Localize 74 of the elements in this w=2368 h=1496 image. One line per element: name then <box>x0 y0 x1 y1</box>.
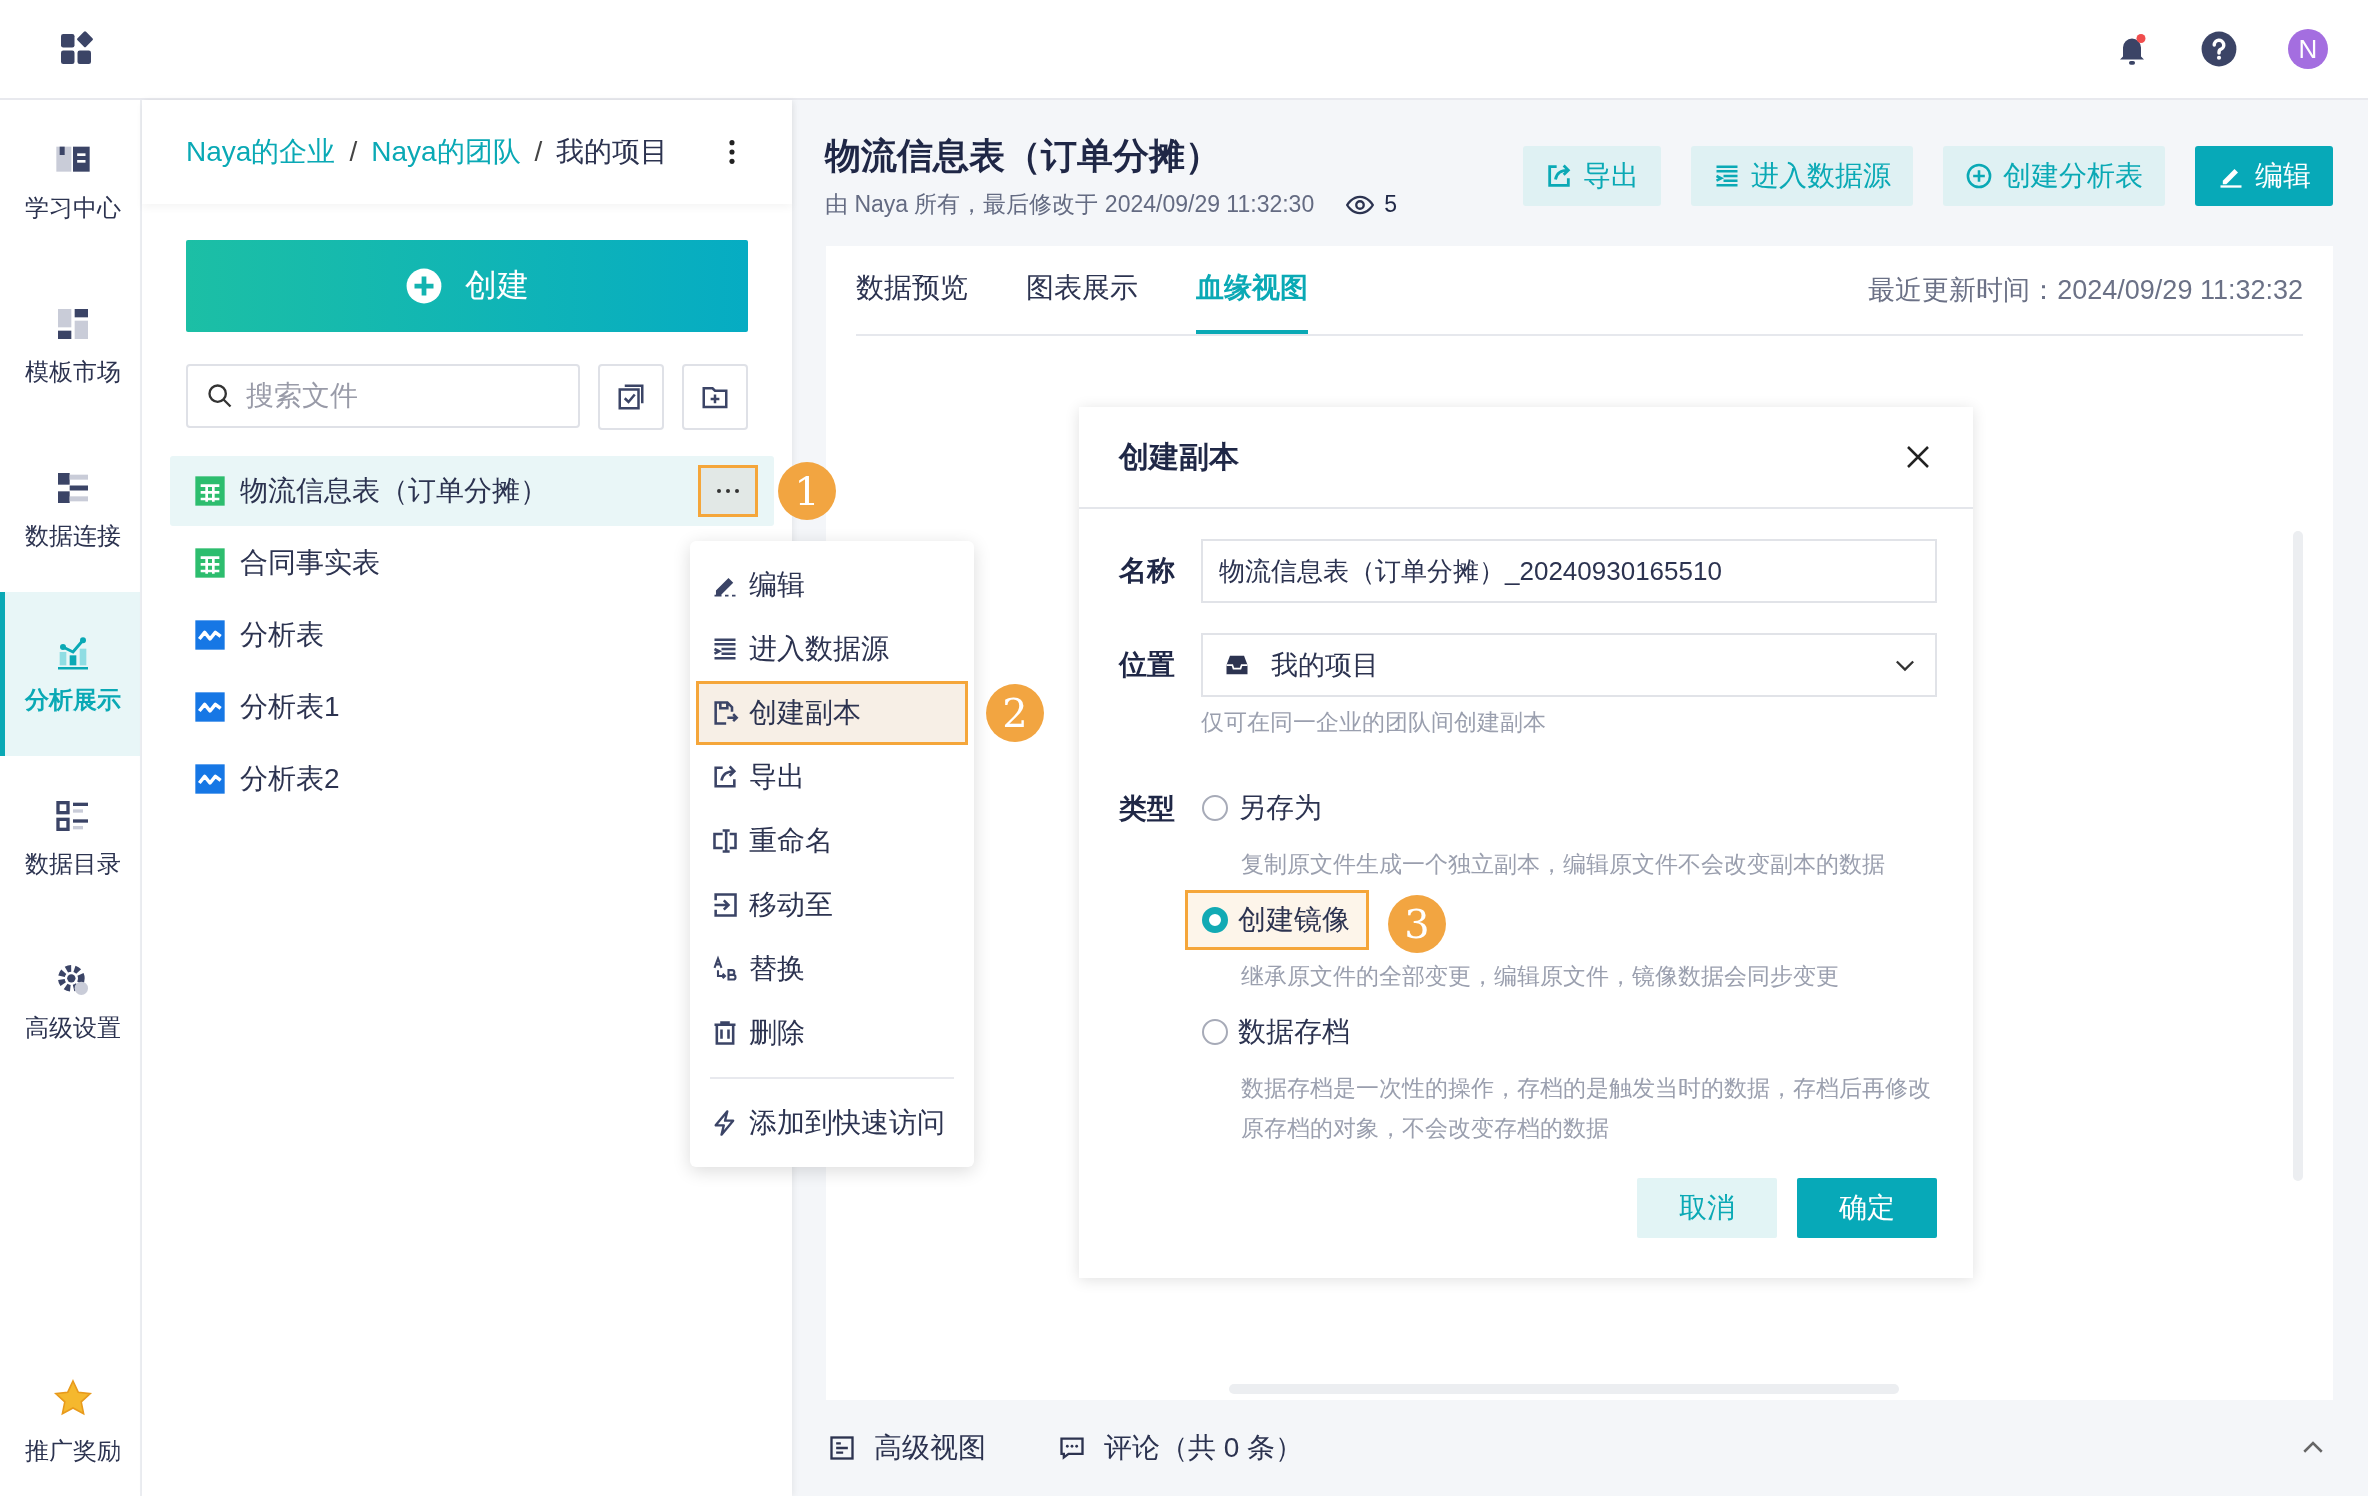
breadcrumb-separator: / <box>349 136 358 168</box>
line-chart-icon <box>194 763 226 795</box>
view-count: 5 <box>1384 191 1397 218</box>
menu-item[interactable]: 删除 <box>696 1001 968 1065</box>
last-updated: 最近更新时间：2024/09/29 11:32:32 <box>1868 274 2303 307</box>
dialog-title: 创建副本 <box>1119 438 1239 475</box>
tab[interactable]: 图表展示 <box>1026 246 1138 334</box>
document-meta: 由 Naya 所有，最后修改于 2024/09/29 11:32:30 <box>825 190 1315 219</box>
location-dropdown[interactable]: 我的项目 <box>1201 633 1937 697</box>
more-icon[interactable] <box>728 138 737 166</box>
field-label: 位置 <box>1119 648 1175 682</box>
file-name: 分析表1 <box>240 690 340 724</box>
document-title: 物流信息表（订单分摊） <box>825 134 1222 178</box>
step-badge: 1 <box>778 462 836 520</box>
breadcrumb-separator: / <box>534 136 543 168</box>
menu-item[interactable]: 进入数据源 <box>696 617 968 681</box>
nav-item[interactable]: 数据目录 <box>0 756 140 920</box>
file-name: 分析表 <box>240 618 324 652</box>
nav-item[interactable]: 数据连接 <box>0 428 140 592</box>
menu-item[interactable]: 替换 <box>696 937 968 1001</box>
field-hint: 仅可在同一企业的团队间创建副本 <box>1201 708 1547 737</box>
multi-select-button[interactable] <box>598 364 664 430</box>
apps-icon[interactable] <box>58 31 94 67</box>
line-chart-icon <box>194 619 226 651</box>
file-item[interactable]: 合同事实表 <box>170 528 396 598</box>
option-description: 数据存档是一次性的操作，存档的是触发当时的数据，存档后再修改原存档的对象，不会改变存档的数据 <box>1240 1074 1932 1143</box>
move-icon <box>711 891 739 919</box>
checkbox-icon <box>616 382 646 412</box>
breadcrumb-current: 我的项目 <box>556 135 669 169</box>
menu-item[interactable]: 重命名 <box>696 809 968 873</box>
line-chart-icon <box>194 691 226 723</box>
file-name: 合同事实表 <box>240 546 380 580</box>
nav-item[interactable]: 学习中心 <box>0 100 140 264</box>
file-item[interactable]: 分析表 <box>170 600 340 670</box>
export-icon <box>1545 162 1573 190</box>
option-description: 复制原文件生成一个独立副本，编辑原文件不会改变副本的数据 <box>1240 850 1886 879</box>
menu-item[interactable]: 导出 <box>696 745 968 809</box>
new-folder-button[interactable] <box>682 364 748 430</box>
export-icon <box>711 763 739 791</box>
replace-icon <box>711 955 739 983</box>
file-item[interactable]: 分析表2 <box>170 744 356 814</box>
search-field[interactable]: 搜索文件 <box>186 364 580 428</box>
copy-icon <box>711 699 739 727</box>
list-icon <box>828 1434 856 1462</box>
tab[interactable]: 数据预览 <box>856 246 968 334</box>
rename-icon <box>711 827 739 855</box>
menu-item[interactable]: 移动至 <box>696 873 968 937</box>
nav-item[interactable]: 推广奖励 <box>0 1346 140 1496</box>
file-name: 分析表2 <box>240 762 340 796</box>
file-name: 物流信息表（订单分摊） <box>240 474 548 508</box>
field-label: 名称 <box>1119 554 1175 588</box>
option-description: 继承原文件的全部变更，编辑原文件，镜像数据会同步变更 <box>1240 962 1840 991</box>
radio-option[interactable]: 另存为 <box>1202 789 1322 827</box>
more-icon <box>715 488 741 494</box>
menu-item[interactable]: 编辑 <box>696 553 968 617</box>
name-field[interactable]: 物流信息表（订单分摊）_20240930165510 <box>1201 539 1937 603</box>
file-item[interactable]: 分析表1 <box>170 672 356 742</box>
plus-circle-icon <box>405 267 443 305</box>
table-icon <box>194 475 226 507</box>
radio-option[interactable]: 数据存档 <box>1202 1013 1350 1051</box>
table-icon <box>194 547 226 579</box>
help-icon[interactable] <box>2200 30 2238 68</box>
nav-item[interactable]: 高级设置 <box>0 920 140 1084</box>
user-avatar[interactable]: N <box>2288 29 2328 69</box>
list-arrow-icon <box>711 635 739 663</box>
menu-item[interactable]: 创建副本 <box>696 681 968 745</box>
bottom-bar-button[interactable]: 评论（共 0 条） <box>1052 1428 1310 1468</box>
step-badge: 3 <box>1388 895 1446 953</box>
menu-item[interactable]: 添加到快速访问 <box>696 1091 968 1155</box>
nav-item[interactable]: 模板市场 <box>0 264 140 428</box>
field-label: 类型 <box>1119 792 1175 826</box>
plus-circle-icon <box>1965 162 1993 190</box>
bottom-bar-button[interactable]: 高级视图 <box>822 1428 992 1468</box>
list-arrow-icon <box>1713 162 1741 190</box>
